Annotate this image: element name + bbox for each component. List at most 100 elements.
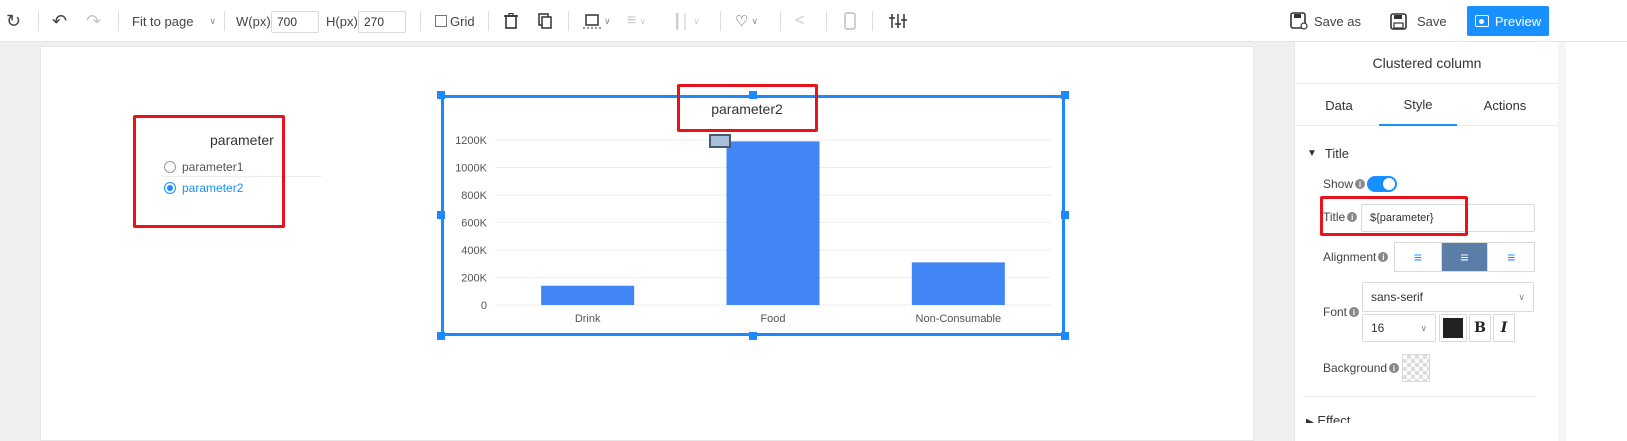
- align-select[interactable]: ≡ ∨: [627, 0, 646, 42]
- align-center-icon: ≡: [1460, 249, 1469, 265]
- font-family-select[interactable]: sans-serif ∨: [1362, 282, 1534, 312]
- width-input[interactable]: 700: [271, 11, 319, 33]
- tab-data[interactable]: Data: [1295, 84, 1383, 126]
- align-center-button[interactable]: ≡: [1441, 243, 1489, 271]
- height-label: H(px): [326, 13, 358, 29]
- undo-icon[interactable]: ↶: [52, 0, 67, 42]
- toolbar-divider: [568, 11, 569, 31]
- zoom-value: Fit to page: [132, 13, 194, 29]
- toolbar-divider: [488, 11, 489, 31]
- drag-handle[interactable]: [709, 134, 731, 148]
- save-button[interactable]: Save: [1390, 0, 1447, 42]
- toolbar-divider: [826, 11, 827, 31]
- x-tick-label: Food: [760, 313, 785, 325]
- layer-select[interactable]: ∨: [583, 0, 611, 42]
- distribute-icon: ┃│: [673, 12, 691, 29]
- y-tick-label: 1000K: [455, 163, 487, 175]
- distribute-select[interactable]: ┃│ ∨: [673, 0, 700, 42]
- filter-settings-icon[interactable]: [889, 0, 907, 42]
- save-as-button[interactable]: Save as: [1290, 0, 1361, 42]
- effect-section-title[interactable]: ▶ Effect: [1306, 411, 1350, 423]
- info-icon: i: [1378, 252, 1389, 262]
- alignment-group: ≡ ≡ ≡: [1394, 242, 1535, 272]
- toolbar: ↻ ↶ ↷ Fit to page ∨ W(px) 700 H(px) 270 …: [0, 0, 1627, 42]
- parameter-widget[interactable]: parameter parameter1 parameter2: [130, 114, 330, 224]
- parameter-option-label: parameter2: [182, 181, 244, 195]
- chevron-down-icon: ∨: [1518, 291, 1525, 302]
- y-tick-label: 800K: [461, 190, 487, 202]
- toolbar-divider: [720, 11, 721, 31]
- refresh-icon[interactable]: ↻: [6, 0, 21, 42]
- radio-icon: [164, 161, 176, 173]
- parameter-option-label: parameter1: [182, 160, 244, 174]
- info-icon: i: [1389, 363, 1400, 373]
- align-left-button[interactable]: ≡: [1395, 243, 1442, 271]
- eye-icon: [1474, 15, 1489, 27]
- panel-tabs: Data Style Actions: [1295, 84, 1559, 126]
- toolbar-divider: [780, 11, 781, 31]
- chevron-down-icon: ∨: [209, 15, 217, 26]
- alignment-label-text: Alignment: [1323, 250, 1377, 264]
- tab-style[interactable]: Style: [1379, 84, 1457, 126]
- grid-checkbox[interactable]: Grid: [435, 0, 475, 42]
- background-label: Background i: [1323, 361, 1400, 375]
- chevron-down-icon: ∨: [639, 15, 646, 26]
- chevron-down-icon: ∨: [604, 15, 611, 26]
- background-color-picker[interactable]: [1402, 354, 1430, 382]
- bar-chart: 0 200K 400K 600K 800K 1000K 1200K Drink Food Non-…: [455, 134, 1051, 325]
- bar-drink[interactable]: [541, 285, 635, 305]
- save-as-icon: [1290, 12, 1308, 30]
- bar-non-consumable[interactable]: [911, 262, 1005, 305]
- tab-actions[interactable]: Actions: [1455, 84, 1555, 126]
- shapes-select[interactable]: ♡ ∨: [735, 0, 758, 42]
- bar-food[interactable]: [726, 141, 820, 305]
- effect-section-label: Effect: [1317, 413, 1351, 423]
- copy-icon[interactable]: [538, 0, 552, 42]
- preview-label: Preview: [1494, 13, 1542, 29]
- preview-button[interactable]: Preview: [1467, 6, 1549, 36]
- redo-icon[interactable]: ↷: [86, 0, 101, 42]
- chevron-right-icon: ▶: [1306, 417, 1314, 423]
- align-left-icon: ≡: [627, 12, 637, 29]
- toolbar-divider: [420, 11, 421, 31]
- show-label: Show i: [1323, 177, 1366, 191]
- parameter-option-2[interactable]: parameter2: [164, 179, 243, 197]
- align-right-button[interactable]: ≡: [1488, 243, 1534, 271]
- italic-button[interactable]: I: [1493, 314, 1515, 342]
- font-size-value: 16: [1371, 321, 1385, 335]
- section-title[interactable]: ▼ Title: [1307, 146, 1349, 161]
- toolbar-divider: [38, 11, 39, 31]
- parameter-option-1[interactable]: parameter1: [164, 158, 243, 176]
- font-color-picker[interactable]: [1439, 314, 1467, 342]
- show-toggle[interactable]: [1367, 176, 1397, 192]
- y-tick-label: 400K: [461, 245, 487, 257]
- chevron-down-icon: ∨: [1420, 322, 1427, 333]
- height-input[interactable]: 270: [358, 11, 406, 33]
- bold-button[interactable]: B: [1469, 314, 1491, 342]
- save-as-label: Save as: [1314, 13, 1361, 29]
- section-title-label: Title: [1324, 146, 1349, 161]
- y-tick-label: 0: [481, 300, 487, 312]
- panel-scrollbar[interactable]: [1558, 42, 1566, 441]
- chevron-down-icon: ▼: [1307, 148, 1317, 159]
- shapes-icon: ♡: [735, 13, 749, 30]
- toolbar-divider: [224, 11, 225, 31]
- info-icon: i: [1347, 212, 1358, 222]
- share-icon[interactable]: <: [795, 0, 804, 42]
- x-tick-label: Drink: [575, 313, 601, 325]
- grid-label: Grid: [450, 13, 475, 29]
- mobile-icon[interactable]: [844, 0, 856, 42]
- parameter-title: parameter: [210, 132, 274, 148]
- radio-checked-icon: [164, 182, 176, 194]
- align-left-icon: ≡: [1413, 249, 1422, 265]
- panel-header: Clustered column: [1295, 42, 1559, 84]
- y-tick-label: 600K: [461, 218, 487, 230]
- delete-icon[interactable]: [504, 0, 518, 42]
- width-label: W(px): [236, 13, 271, 29]
- toolbar-divider: [118, 11, 119, 31]
- title-input[interactable]: ${parameter}: [1361, 204, 1535, 232]
- y-tick-label: 200K: [461, 273, 487, 285]
- font-size-select[interactable]: 16 ∨: [1362, 314, 1436, 342]
- zoom-select[interactable]: Fit to page ∨: [132, 0, 216, 42]
- align-right-icon: ≡: [1507, 249, 1516, 265]
